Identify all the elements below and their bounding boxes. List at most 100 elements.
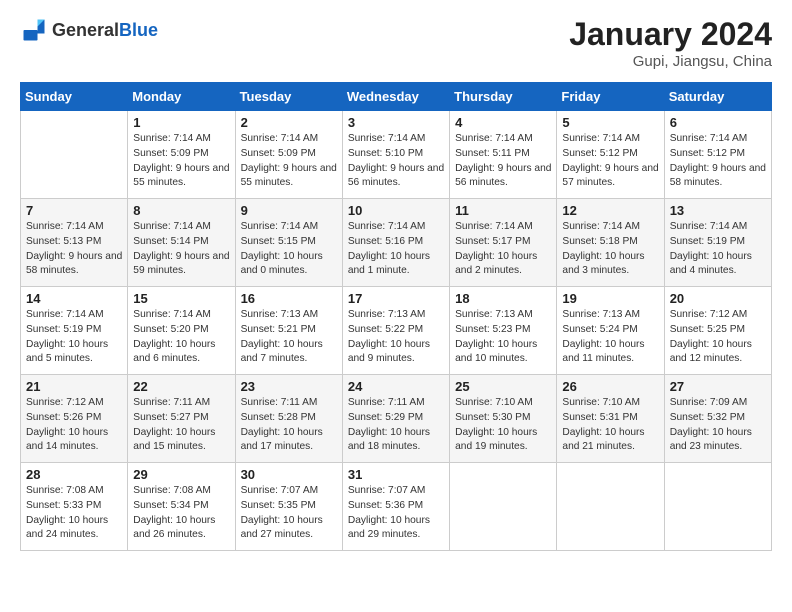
calendar-cell: 28 Sunrise: 7:08 AMSunset: 5:33 PMDayligh…	[21, 463, 128, 551]
calendar-cell: 8Sunrise: 7:14 AMSunset: 5:14 PMDaylight…	[128, 199, 235, 287]
calendar-cell: 18Sunrise: 7:13 AMSunset: 5:23 PMDayligh…	[450, 287, 557, 375]
day-number: 9	[241, 203, 337, 218]
logo-icon	[20, 16, 48, 44]
cell-sun-info: Sunrise: 7:14 AMSunset: 5:18 PMDaylight:…	[562, 220, 658, 279]
col-header-sunday: Sunday	[21, 83, 128, 111]
day-number: 18	[455, 291, 551, 306]
cell-sun-info: Sunrise: 7:13 AMSunset: 5:21 PMDaylight:…	[241, 308, 337, 367]
calendar-cell: 21 Sunrise: 7:12 AMSunset: 5:26 PMDayligh…	[21, 375, 128, 463]
cell-sun-info: Sunrise: 7:13 AMSunset: 5:22 PMDaylight:…	[348, 308, 444, 367]
cell-sun-info: Sunrise: 7:14 AMSunset: 5:13 PMDaylight:…	[26, 220, 122, 279]
day-number: 25	[455, 379, 551, 394]
cell-sun-info: Sunrise: 7:07 AMSunset: 5:36 PMDaylight:…	[348, 484, 444, 543]
day-number: 15	[133, 291, 229, 306]
calendar-week-row: 14Sunrise: 7:14 AMSunset: 5:19 PMDayligh…	[21, 287, 772, 375]
col-header-thursday: Thursday	[450, 83, 557, 111]
calendar-cell: 6 Sunrise: 7:14 AMSunset: 5:12 PMDaylight…	[664, 111, 771, 199]
col-header-tuesday: Tuesday	[235, 83, 342, 111]
day-number: 22	[133, 379, 229, 394]
calendar-cell: 24Sunrise: 7:11 AMSunset: 5:29 PMDayligh…	[342, 375, 449, 463]
calendar-table: SundayMondayTuesdayWednesdayThursdayFrid…	[20, 82, 772, 551]
col-header-saturday: Saturday	[664, 83, 771, 111]
calendar-cell: 10 Sunrise: 7:14 AMSunset: 5:16 PMDayligh…	[342, 199, 449, 287]
calendar-cell: 4 Sunrise: 7:14 AMSunset: 5:11 PMDaylight…	[450, 111, 557, 199]
day-number: 30	[241, 467, 337, 482]
location-subtitle: Gupi, Jiangsu, China	[569, 53, 772, 70]
calendar-cell: 17 Sunrise: 7:13 AMSunset: 5:22 PMDayligh…	[342, 287, 449, 375]
cell-sun-info: Sunrise: 7:11 AMSunset: 5:29 PMDaylight:…	[348, 396, 444, 455]
col-header-monday: Monday	[128, 83, 235, 111]
calendar-week-row: 21 Sunrise: 7:12 AMSunset: 5:26 PMDayligh…	[21, 375, 772, 463]
calendar-cell: 12 Sunrise: 7:14 AMSunset: 5:18 PMDayligh…	[557, 199, 664, 287]
calendar-cell	[450, 463, 557, 551]
cell-sun-info: Sunrise: 7:14 AMSunset: 5:17 PMDaylight:…	[455, 220, 551, 279]
cell-sun-info: Sunrise: 7:10 AMSunset: 5:30 PMDaylight:…	[455, 396, 551, 455]
day-number: 17	[348, 291, 444, 306]
cell-sun-info: Sunrise: 7:10 AMSunset: 5:31 PMDaylight:…	[562, 396, 658, 455]
day-number: 12	[562, 203, 658, 218]
calendar-cell: 27 Sunrise: 7:09 AMSunset: 5:32 PMDayligh…	[664, 375, 771, 463]
page-header: GeneralBlue January 2024 Gupi, Jiangsu, …	[20, 16, 772, 70]
day-number: 3	[348, 115, 444, 130]
calendar-cell: 16 Sunrise: 7:13 AMSunset: 5:21 PMDayligh…	[235, 287, 342, 375]
calendar-header-row: SundayMondayTuesdayWednesdayThursdayFrid…	[21, 83, 772, 111]
col-header-wednesday: Wednesday	[342, 83, 449, 111]
day-number: 20	[670, 291, 766, 306]
calendar-cell: 26 Sunrise: 7:10 AMSunset: 5:31 PMDayligh…	[557, 375, 664, 463]
calendar-cell	[21, 111, 128, 199]
cell-sun-info: Sunrise: 7:12 AMSunset: 5:26 PMDaylight:…	[26, 396, 122, 455]
calendar-cell: 15Sunrise: 7:14 AMSunset: 5:20 PMDayligh…	[128, 287, 235, 375]
logo-general-text: GeneralBlue	[52, 20, 158, 41]
day-number: 27	[670, 379, 766, 394]
day-number: 6	[670, 115, 766, 130]
cell-sun-info: Sunrise: 7:08 AMSunset: 5:33 PMDaylight:…	[26, 484, 122, 543]
day-number: 14	[26, 291, 122, 306]
cell-sun-info: Sunrise: 7:14 AMSunset: 5:11 PMDaylight:…	[455, 132, 551, 191]
calendar-cell: 5 Sunrise: 7:14 AMSunset: 5:12 PMDaylight…	[557, 111, 664, 199]
day-number: 23	[241, 379, 337, 394]
calendar-cell: 19Sunrise: 7:13 AMSunset: 5:24 PMDayligh…	[557, 287, 664, 375]
calendar-week-row: 1Sunrise: 7:14 AMSunset: 5:09 PMDaylight…	[21, 111, 772, 199]
calendar-cell: 3 Sunrise: 7:14 AMSunset: 5:10 PMDaylight…	[342, 111, 449, 199]
day-number: 4	[455, 115, 551, 130]
day-number: 5	[562, 115, 658, 130]
calendar-cell: 25 Sunrise: 7:10 AMSunset: 5:30 PMDayligh…	[450, 375, 557, 463]
day-number: 29	[133, 467, 229, 482]
cell-sun-info: Sunrise: 7:09 AMSunset: 5:32 PMDaylight:…	[670, 396, 766, 455]
calendar-cell: 7Sunrise: 7:14 AMSunset: 5:13 PMDaylight…	[21, 199, 128, 287]
cell-sun-info: Sunrise: 7:14 AMSunset: 5:15 PMDaylight:…	[241, 220, 337, 279]
cell-sun-info: Sunrise: 7:08 AMSunset: 5:34 PMDaylight:…	[133, 484, 229, 543]
calendar-cell: 29 Sunrise: 7:08 AMSunset: 5:34 PMDayligh…	[128, 463, 235, 551]
day-number: 28	[26, 467, 122, 482]
calendar-cell: 23 Sunrise: 7:11 AMSunset: 5:28 PMDayligh…	[235, 375, 342, 463]
day-number: 2	[241, 115, 337, 130]
col-header-friday: Friday	[557, 83, 664, 111]
cell-sun-info: Sunrise: 7:14 AMSunset: 5:19 PMDaylight:…	[670, 220, 766, 279]
day-number: 16	[241, 291, 337, 306]
calendar-cell	[664, 463, 771, 551]
cell-sun-info: Sunrise: 7:14 AMSunset: 5:09 PMDaylight:…	[133, 132, 229, 191]
calendar-cell: 14Sunrise: 7:14 AMSunset: 5:19 PMDayligh…	[21, 287, 128, 375]
calendar-cell	[557, 463, 664, 551]
cell-sun-info: Sunrise: 7:14 AMSunset: 5:12 PMDaylight:…	[670, 132, 766, 191]
day-number: 21	[26, 379, 122, 394]
calendar-week-row: 7Sunrise: 7:14 AMSunset: 5:13 PMDaylight…	[21, 199, 772, 287]
calendar-cell: 20 Sunrise: 7:12 AMSunset: 5:25 PMDayligh…	[664, 287, 771, 375]
cell-sun-info: Sunrise: 7:11 AMSunset: 5:28 PMDaylight:…	[241, 396, 337, 455]
calendar-cell: 22 Sunrise: 7:11 AMSunset: 5:27 PMDayligh…	[128, 375, 235, 463]
cell-sun-info: Sunrise: 7:12 AMSunset: 5:25 PMDaylight:…	[670, 308, 766, 367]
title-block: January 2024 Gupi, Jiangsu, China	[569, 16, 772, 70]
day-number: 26	[562, 379, 658, 394]
cell-sun-info: Sunrise: 7:14 AMSunset: 5:12 PMDaylight:…	[562, 132, 658, 191]
cell-sun-info: Sunrise: 7:14 AMSunset: 5:10 PMDaylight:…	[348, 132, 444, 191]
calendar-cell: 31Sunrise: 7:07 AMSunset: 5:36 PMDayligh…	[342, 463, 449, 551]
calendar-week-row: 28 Sunrise: 7:08 AMSunset: 5:33 PMDayligh…	[21, 463, 772, 551]
month-year-title: January 2024	[569, 16, 772, 53]
cell-sun-info: Sunrise: 7:14 AMSunset: 5:16 PMDaylight:…	[348, 220, 444, 279]
day-number: 13	[670, 203, 766, 218]
day-number: 10	[348, 203, 444, 218]
cell-sun-info: Sunrise: 7:14 AMSunset: 5:09 PMDaylight:…	[241, 132, 337, 191]
cell-sun-info: Sunrise: 7:11 AMSunset: 5:27 PMDaylight:…	[133, 396, 229, 455]
day-number: 19	[562, 291, 658, 306]
calendar-cell: 2 Sunrise: 7:14 AMSunset: 5:09 PMDaylight…	[235, 111, 342, 199]
